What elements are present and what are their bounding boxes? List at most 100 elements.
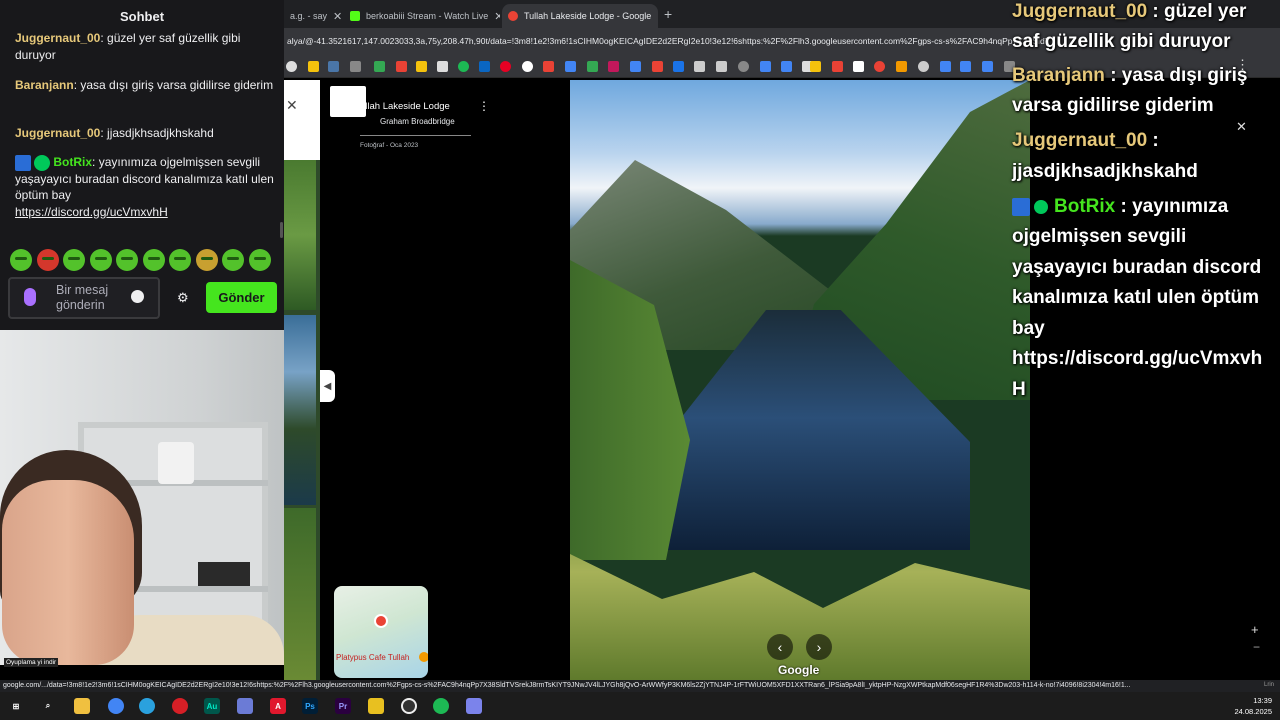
chat-username[interactable]: Baranjann [15, 78, 74, 92]
file-explorer-icon[interactable] [74, 698, 90, 714]
spotify-icon[interactable] [433, 698, 449, 714]
bookmark-icon[interactable] [286, 61, 297, 72]
audition-icon[interactable]: Au [204, 698, 220, 714]
emote-icon[interactable] [10, 249, 32, 271]
bookmark-icon[interactable] [673, 61, 684, 72]
emote-icon[interactable] [63, 249, 85, 271]
tab-close-icon[interactable]: ✕ [657, 10, 658, 23]
folder-icon[interactable] [350, 61, 361, 72]
status-right: Lrin [1263, 682, 1274, 688]
bookmark-icon[interactable] [308, 61, 319, 72]
tab-close-icon[interactable]: ✕ [333, 10, 342, 23]
bookmark-icon[interactable] [760, 61, 771, 72]
chat-input-placeholder[interactable]: Bir mesaj gönderin [56, 283, 120, 313]
bookmark-icon[interactable] [479, 61, 490, 72]
emote-icon[interactable] [89, 249, 112, 271]
bookmark-icon[interactable] [374, 61, 385, 72]
minimap[interactable]: Platypus Cafe Tullah [334, 586, 428, 678]
close-icon[interactable]: ✕ [1236, 119, 1247, 134]
acrobat-icon[interactable]: A [270, 698, 286, 714]
result-thumbnail[interactable] [284, 508, 316, 680]
next-photo-button[interactable]: › [806, 634, 832, 660]
microphone-icon[interactable] [24, 288, 36, 306]
bookmark-icon[interactable] [896, 61, 907, 72]
photo-author[interactable]: Graham Broadbridge [380, 117, 455, 126]
telegram-icon[interactable] [139, 698, 155, 714]
obs-icon[interactable] [401, 698, 417, 714]
tab-3[interactable]: Tullah Lakeside Lodge - Google ✕ [502, 4, 658, 28]
bookmark-icon[interactable] [781, 61, 792, 72]
bookmark-icon[interactable] [437, 61, 448, 72]
bookmark-icon[interactable] [565, 61, 576, 72]
tab-2[interactable]: berkoabiii Stream - Watch Live ✕ [344, 4, 500, 28]
bookmark-icon[interactable] [716, 61, 727, 72]
search-icon[interactable]: ⌕ [40, 698, 56, 714]
bookmark-icon[interactable] [328, 61, 339, 72]
collapse-panel-button[interactable]: ◀ [320, 370, 335, 402]
chrome-icon[interactable] [108, 698, 124, 714]
emote-icon[interactable] [169, 249, 191, 271]
bookmark-icon[interactable] [652, 61, 663, 72]
bookmark-icon[interactable] [630, 61, 641, 72]
app-icon[interactable] [237, 698, 253, 714]
webcam-face [2, 480, 134, 665]
bookmark-icon[interactable] [918, 61, 929, 72]
result-thumbnail[interactable] [284, 315, 316, 505]
emote-icon[interactable] [142, 249, 165, 271]
place-title[interactable]: ullah Lakeside Lodge [360, 101, 450, 112]
bookmark-icon[interactable] [522, 61, 533, 72]
previous-photo-button[interactable]: ‹ [767, 634, 793, 660]
emoji-icon[interactable] [131, 290, 144, 303]
chat-username[interactable]: Juggernaut_00 [15, 126, 100, 140]
app-icon[interactable] [368, 698, 384, 714]
bookmark-icon[interactable] [543, 61, 554, 72]
bookmark-icon[interactable] [832, 61, 843, 72]
emote-icon[interactable] [222, 249, 244, 271]
chat-scrollbar[interactable] [280, 222, 283, 238]
result-thumbnail[interactable] [284, 160, 316, 310]
emote-icon[interactable] [195, 249, 218, 271]
bookmark-icon[interactable] [940, 61, 951, 72]
bookmark-icon[interactable] [396, 61, 407, 72]
settings-gear-icon[interactable]: ⚙ [177, 290, 189, 306]
new-tab-button[interactable]: + [664, 6, 672, 22]
bookmark-icon[interactable] [608, 61, 619, 72]
more-options-icon[interactable]: ⋮ [1236, 57, 1249, 72]
tab-close-icon[interactable]: ✕ [494, 10, 500, 23]
bookmark-icon[interactable] [810, 61, 821, 72]
emote-icon[interactable] [36, 249, 59, 271]
chat-username[interactable]: BotRix [53, 155, 92, 169]
windows-start-icon[interactable]: ⊞ [8, 698, 24, 714]
overlay-text: : yasa dışı giriş [1104, 65, 1248, 86]
send-button[interactable]: Gönder [206, 282, 277, 313]
chat-username[interactable]: Juggernaut_00 [15, 31, 100, 45]
zoom-in-button[interactable]: + [1251, 622, 1259, 637]
overlay-username: Juggernaut_00 [1012, 1, 1148, 22]
bookmark-icon[interactable] [960, 61, 971, 72]
close-icon[interactable]: ✕ [286, 97, 298, 114]
bookmark-icon[interactable] [458, 61, 469, 72]
street-view-photo[interactable] [570, 80, 1030, 680]
location-pin-icon [374, 614, 388, 628]
discord-link[interactable]: https://discord.gg/ucVmxvhH [15, 205, 168, 219]
bookmark-icon[interactable] [982, 61, 993, 72]
zoom-out-button[interactable]: − [1253, 640, 1260, 654]
photoshop-icon[interactable]: Ps [302, 698, 318, 714]
bookmark-icon[interactable] [853, 61, 864, 72]
emote-icon[interactable] [248, 249, 271, 271]
emote-icon[interactable] [116, 249, 138, 271]
bookmark-icon[interactable] [500, 61, 511, 72]
url-text[interactable]: alya/@-41.3521617,147.0023033,3a,75y,208… [287, 36, 1047, 46]
tab-1[interactable]: a.g. - say ✕ [284, 4, 344, 28]
more-options-icon[interactable]: ⋮ [478, 99, 490, 113]
system-clock[interactable]: 13:39 24.08.2025 [1234, 695, 1272, 717]
bookmark-icon[interactable] [587, 61, 598, 72]
opera-icon[interactable] [172, 698, 188, 714]
bookmark-icon[interactable] [416, 61, 427, 72]
premiere-icon[interactable]: Pr [335, 698, 351, 714]
bookmark-icon[interactable] [874, 61, 885, 72]
bookmark-icon[interactable] [694, 61, 705, 72]
bookmark-icon[interactable] [738, 61, 749, 72]
panel-close-icons[interactable]: ⋮ ✕ [1236, 34, 1249, 158]
teams-icon[interactable] [466, 698, 482, 714]
